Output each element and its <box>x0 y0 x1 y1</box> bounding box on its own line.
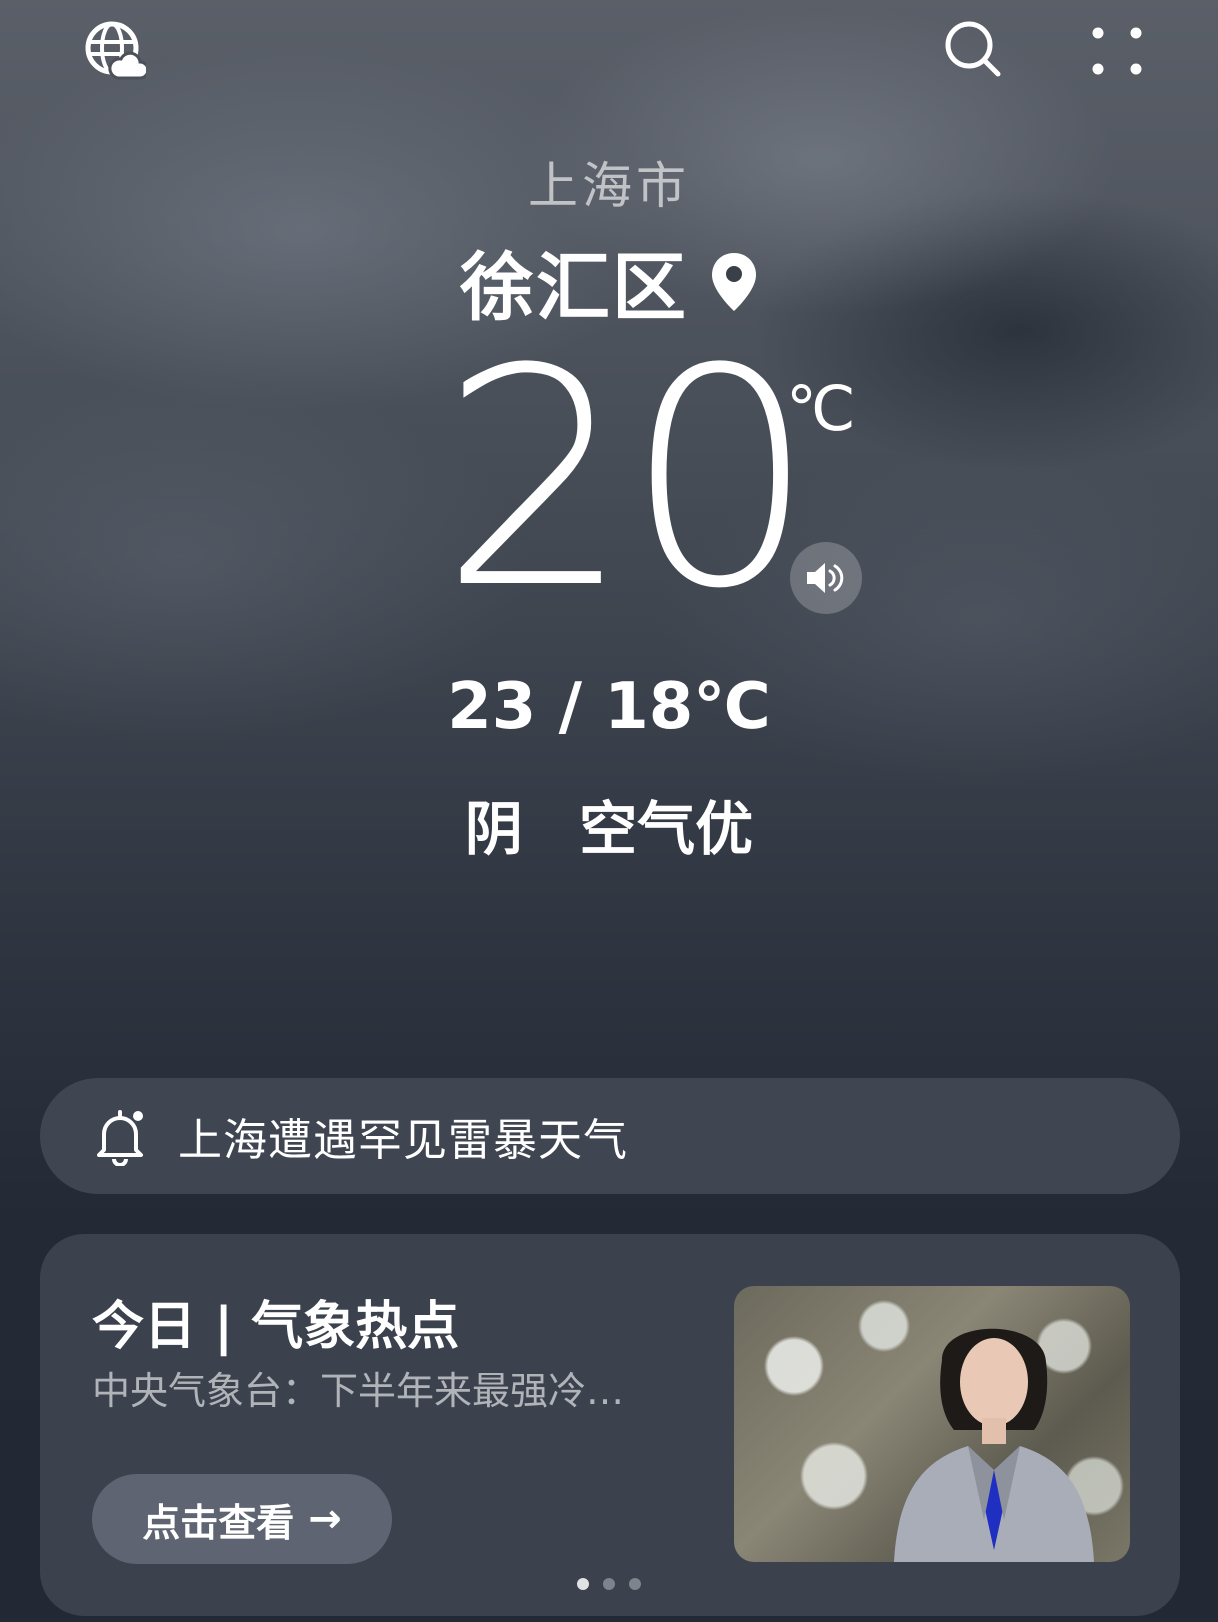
top-bar <box>0 0 1218 110</box>
bell-alert-icon <box>92 1106 148 1167</box>
speaker-icon[interactable] <box>790 542 862 614</box>
temperature-range: 23 / 18℃ <box>447 670 771 744</box>
current-temperature: 20 <box>440 305 816 654</box>
location-pin-icon <box>710 251 758 313</box>
temperature-unit: ℃ <box>786 372 856 445</box>
news-anchor-figure <box>894 1328 1094 1562</box>
view-details-button[interactable]: 点击查看 → <box>92 1474 392 1564</box>
arrow-right-icon: → <box>308 1496 342 1542</box>
weather-condition-row: 阴 空气优 <box>0 782 1218 866</box>
news-card[interactable]: 今日 | 气象热点 中央气象台：下半年来最强冷… 点击查看 → <box>40 1234 1180 1616</box>
air-quality[interactable]: 空气优 <box>579 795 753 863</box>
more-dots-icon[interactable] <box>1086 20 1148 82</box>
pager-dots <box>0 1578 1218 1590</box>
globe-weather-icon[interactable] <box>80 16 150 86</box>
alert-text: 上海遭遇罕见雷暴天气 <box>178 1115 628 1166</box>
news-card-subtitle: 中央气象台：下半年来最强冷… <box>92 1369 625 1413</box>
pager-dot[interactable] <box>629 1578 641 1590</box>
search-icon[interactable] <box>940 16 1006 82</box>
view-details-label: 点击查看 <box>142 1500 295 1545</box>
weather-alert-banner[interactable]: 上海遭遇罕见雷暴天气 <box>40 1078 1180 1194</box>
city-name: 上海市 <box>528 157 690 215</box>
pager-dot[interactable] <box>603 1578 615 1590</box>
weather-condition: 阴 <box>464 795 523 863</box>
news-anchor-snow-thumbnail[interactable] <box>734 1286 1130 1562</box>
news-card-title: 今日 | 气象热点 <box>92 1297 460 1357</box>
pager-dot[interactable] <box>577 1578 589 1590</box>
